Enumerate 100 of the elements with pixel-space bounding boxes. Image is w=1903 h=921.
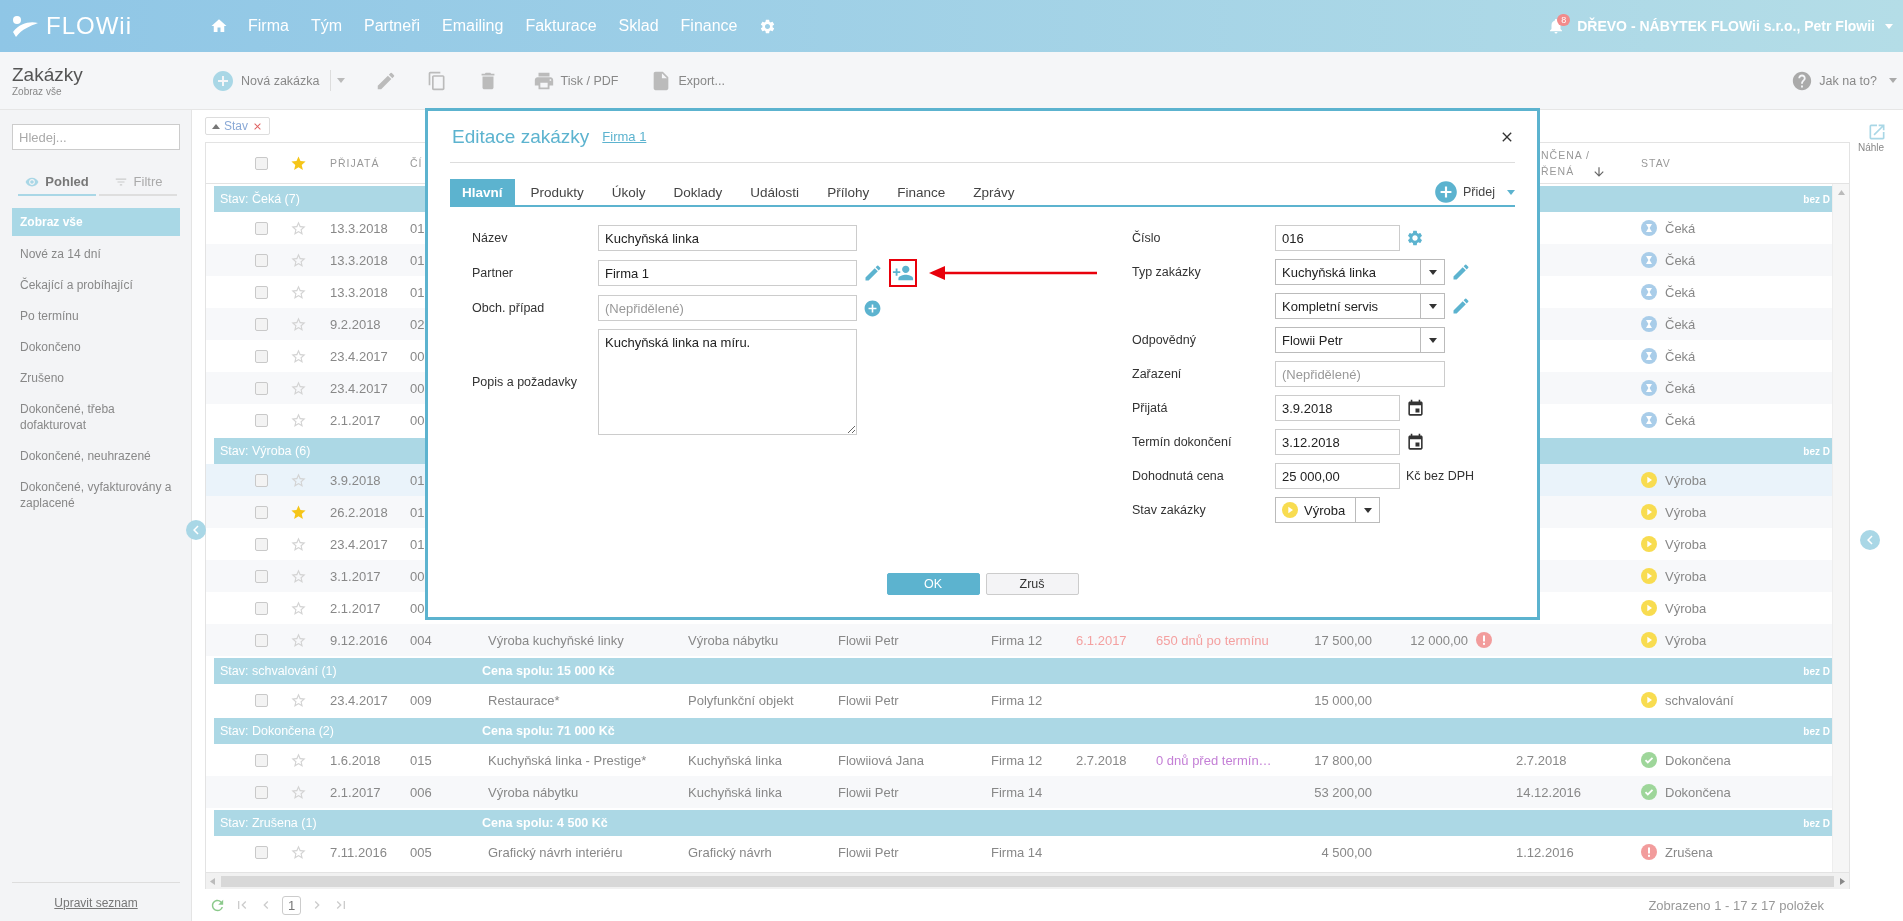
dialog-tab[interactable]: Přílohy <box>815 179 882 205</box>
checkbox[interactable] <box>254 413 268 427</box>
star-icon[interactable] <box>289 283 307 301</box>
checkbox[interactable] <box>254 349 268 363</box>
view-item[interactable]: Čekající a probíhající <box>12 272 180 298</box>
view-item[interactable]: Dokončeno <box>12 334 180 360</box>
checkbox[interactable] <box>254 253 268 267</box>
view-item[interactable]: Nové za 14 dní <box>12 241 180 267</box>
calendar-button[interactable] <box>1406 398 1425 418</box>
checkbox[interactable] <box>254 537 268 551</box>
view-tab[interactable]: Filtre <box>99 170 177 196</box>
nav-link[interactable]: Tým <box>310 17 342 35</box>
star-icon[interactable] <box>289 347 307 365</box>
edit-button[interactable] <box>1451 296 1471 316</box>
star-icon[interactable] <box>289 219 307 237</box>
view-item[interactable]: Dokončené, neuhrazené <box>12 443 180 469</box>
filter-chip[interactable]: Stav <box>205 117 270 135</box>
dropdown[interactable]: Kuchyňská linka <box>1275 259 1445 285</box>
star-icon[interactable] <box>289 154 307 172</box>
checkbox[interactable] <box>254 473 268 487</box>
star-icon[interactable] <box>289 315 307 333</box>
view-item[interactable]: Zrušeno <box>12 365 180 391</box>
dialog-tab[interactable]: Úkoly <box>599 179 658 205</box>
dialog-tab[interactable]: Produkty <box>518 179 596 205</box>
dialog-tab[interactable]: Doklady <box>661 179 735 205</box>
checkbox[interactable] <box>254 753 268 767</box>
input-field[interactable]: Firma 1 <box>598 260 857 286</box>
table-row[interactable]: 2.1.2017 006 Výroba nábytku Kuchyňská linka Flowii Petr Firma 14 53 200,00 14.12.2016 Dokončena <box>206 776 1832 808</box>
star-icon[interactable] <box>289 751 307 769</box>
checkbox[interactable] <box>254 285 268 299</box>
input-field[interactable]: 25 000,00 <box>1275 463 1400 489</box>
settings-icon[interactable] <box>759 17 777 35</box>
star-icon[interactable] <box>289 567 307 585</box>
star-icon[interactable] <box>289 503 307 521</box>
input-field[interactable]: Kuchyňská linka <box>598 225 857 251</box>
table-row[interactable]: 9.12.2016 004 Výroba kuchyňské linky Výroba nábytku Flowii Petr Firma 12 6.1.2017 650 dnů po termínu 17 500,00 12 000,00 Výroba <box>206 624 1832 656</box>
star-icon[interactable] <box>289 379 307 397</box>
column-header[interactable]: PŘIJATÁ <box>320 157 400 169</box>
search-field[interactable]: Hledej... <box>12 124 180 150</box>
star-icon[interactable] <box>289 843 307 861</box>
input-field[interactable]: 016 <box>1275 225 1400 251</box>
input-field[interactable]: (Nepřidělené) <box>598 295 857 321</box>
checkbox[interactable] <box>254 156 268 170</box>
checkbox[interactable] <box>254 601 268 615</box>
edit-button[interactable] <box>863 263 883 283</box>
expand-button[interactable] <box>1860 530 1880 550</box>
checkbox[interactable] <box>254 381 268 395</box>
checkbox[interactable] <box>254 785 268 799</box>
nav-link[interactable]: Partneři <box>364 17 421 35</box>
scrollbar-thumb[interactable] <box>221 875 1834 887</box>
column-header[interactable]: NČENA / ŘENÁ <box>1541 147 1590 179</box>
add-button[interactable]: Přidej <box>1433 179 1515 205</box>
dialog-tab[interactable]: Finance <box>885 179 958 205</box>
caret-icon[interactable] <box>1885 23 1893 29</box>
checkbox[interactable] <box>254 505 268 519</box>
add-button[interactable] <box>863 298 882 318</box>
help-button[interactable]: Jak na to? <box>1785 65 1883 96</box>
view-tab[interactable]: Pohled <box>18 170 96 196</box>
star-icon[interactable] <box>289 471 307 489</box>
home-icon[interactable] <box>210 17 228 35</box>
checkbox[interactable] <box>254 317 268 331</box>
settings-button[interactable] <box>1406 229 1424 247</box>
dialog-tab[interactable]: Hlavní <box>450 179 515 205</box>
preview-label[interactable]: Náhle <box>1850 142 1885 153</box>
dropdown[interactable]: Výroba <box>1275 497 1380 523</box>
checkbox[interactable] <box>254 633 268 647</box>
checkbox[interactable] <box>254 693 268 707</box>
page-number[interactable]: 1 <box>282 895 302 915</box>
print-button[interactable]: Tisk / PDF <box>526 65 625 96</box>
checkbox[interactable] <box>254 221 268 235</box>
dropdown[interactable]: Flowii Petr <box>1275 327 1445 353</box>
view-item[interactable]: Dokončené, vyfakturovány a zaplacené <box>12 474 180 516</box>
column-header[interactable]: STAV <box>1616 157 1832 169</box>
ok-button[interactable]: OK <box>886 573 980 595</box>
partner-link[interactable]: Firma 1 <box>602 129 647 144</box>
view-item[interactable]: Po termínu <box>12 303 180 329</box>
view-item[interactable]: Dokončené, třeba dofakturovat <box>12 396 180 438</box>
input-field[interactable]: (Nepřidělené) <box>1275 361 1445 387</box>
export-button[interactable]: Export... <box>644 65 731 96</box>
text-area[interactable]: Kuchyňská linka na míru. <box>598 329 857 435</box>
star-icon[interactable] <box>289 535 307 553</box>
dialog-tab[interactable]: Zprávy <box>961 179 1027 205</box>
input-field[interactable]: 3.9.2018 <box>1275 395 1400 421</box>
checkbox[interactable] <box>254 569 268 583</box>
edit-list-link[interactable]: Upravit seznam <box>54 896 138 910</box>
dialog-tab[interactable]: Události <box>738 179 812 205</box>
star-icon[interactable] <box>289 631 307 649</box>
star-icon[interactable] <box>289 783 307 801</box>
star-icon[interactable] <box>289 691 307 709</box>
star-icon[interactable] <box>289 599 307 617</box>
star-icon[interactable] <box>289 411 307 429</box>
edit-button[interactable] <box>1451 262 1471 282</box>
star-icon[interactable] <box>289 251 307 269</box>
calendar-button[interactable] <box>1406 432 1425 452</box>
dropdown[interactable]: Kompletní servis <box>1275 293 1445 319</box>
collapse-button[interactable] <box>186 520 206 540</box>
cancel-button[interactable]: Zruš <box>985 573 1079 595</box>
checkbox[interactable] <box>254 845 268 859</box>
new-order-button[interactable]: Nová zakázka <box>205 64 326 97</box>
input-field[interactable]: 3.12.2018 <box>1275 429 1400 455</box>
